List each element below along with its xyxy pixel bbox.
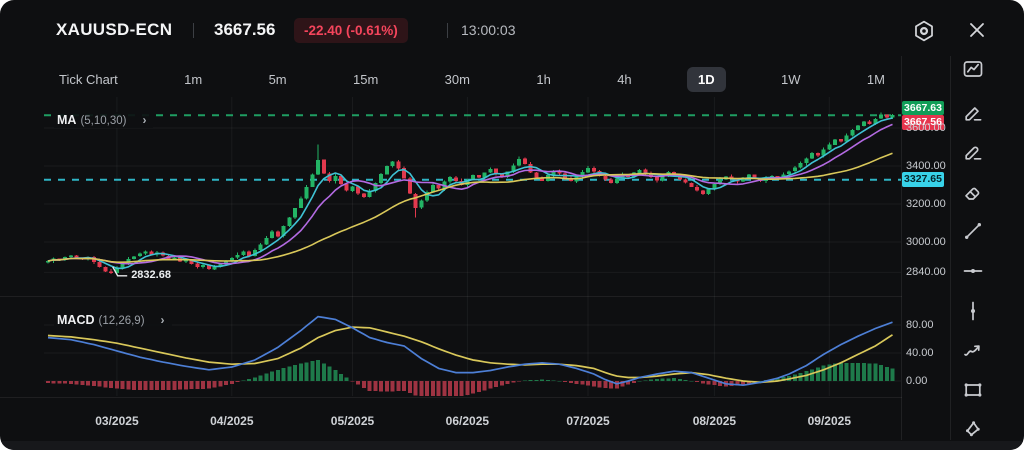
month-label: 03/2025	[95, 414, 139, 428]
ma-label-text: MA	[57, 113, 77, 128]
trading-chart-widget: XAUUSD-ECN 3667.56 -22.40 (-0.61%) 13:00…	[0, 0, 1024, 450]
brush-tool-button[interactable]	[958, 139, 988, 166]
eraser-icon	[965, 187, 980, 200]
high-price-badge: 3667.63	[902, 100, 944, 116]
eraser-tool-button[interactable]	[958, 179, 988, 206]
price-tick-label: 3000.00	[906, 235, 946, 248]
month-label: 08/2025	[692, 414, 737, 428]
tab-1m[interactable]: 1m	[173, 67, 213, 92]
header-divider	[447, 23, 448, 38]
polygon-tool-button[interactable]	[958, 415, 988, 442]
wave-arrow-icon	[964, 344, 980, 356]
tab-1m[interactable]: 1M	[856, 67, 896, 92]
level-price-badge: 3327.65	[902, 172, 944, 187]
close-button[interactable]	[963, 17, 991, 45]
price-tick-label: 3600.00	[906, 121, 946, 134]
rectangle-icon	[964, 382, 982, 397]
vertical-line-tool-button[interactable]	[958, 297, 988, 324]
trend-line-icon	[965, 222, 981, 239]
horizontal-line-tool-button[interactable]	[958, 257, 988, 284]
axis-separator	[0, 397, 902, 398]
month-label: 07/2025	[566, 414, 610, 428]
price-tick-label: 3400.00	[906, 159, 946, 172]
timeframe-bar: Tick Chart 1m 5m 15m 30m 1h 4h 1D 1W 1M	[48, 59, 896, 99]
macd-tick-label: 80.00	[906, 318, 934, 331]
macd-expand-chevron-icon[interactable]: ›	[161, 313, 165, 327]
vertical-line-icon	[971, 301, 975, 320]
macd-tick-label: 40.00	[906, 346, 934, 359]
month-label: 04/2025	[210, 414, 254, 428]
tab-4h[interactable]: 4h	[606, 67, 642, 92]
rectangle-tool-button[interactable]	[958, 376, 988, 403]
chart-type-tool-button[interactable]	[958, 55, 988, 82]
pane-separator	[0, 296, 902, 297]
tab-5m[interactable]: 5m	[258, 67, 298, 92]
ma-params-text: (5,10,30)	[80, 115, 127, 128]
header-divider	[193, 23, 194, 38]
polygon-icon	[966, 420, 980, 436]
low-price-annotation: 2832.68	[131, 269, 171, 282]
tab-1w[interactable]: 1W	[770, 67, 812, 92]
toolbar-separator	[950, 56, 951, 440]
tab-15m[interactable]: 15m	[342, 67, 389, 92]
gear-icon	[915, 20, 933, 42]
ma-indicator-label[interactable]: MA (5,10,30) ›	[54, 112, 154, 129]
price-change-badge: -22.40 (-0.61%)	[294, 18, 408, 43]
last-price: 3667.56	[214, 20, 276, 39]
settings-button[interactable]	[910, 17, 938, 45]
tab-tick-chart[interactable]: Tick Chart	[48, 67, 129, 92]
tab-30m[interactable]: 30m	[434, 67, 481, 92]
macd-tick-label: 0.00	[906, 374, 928, 387]
pencil-icon	[965, 106, 982, 121]
month-label: 05/2025	[330, 414, 375, 428]
horizontal-line-icon	[963, 268, 983, 273]
tab-1h[interactable]: 1h	[525, 67, 561, 92]
month-label: 09/2025	[807, 414, 852, 428]
tab-1d[interactable]: 1D	[687, 66, 726, 92]
macd-params-text: (12,26,9)	[98, 315, 145, 327]
trend-line-tool-button[interactable]	[958, 217, 988, 244]
brush-icon	[965, 146, 982, 160]
server-clock: 13:00:03	[461, 22, 516, 38]
macd-indicator-label[interactable]: MACD (12,26,9) ›	[54, 312, 172, 328]
close-icon	[970, 23, 984, 37]
chart-type-icon	[963, 60, 983, 77]
bottom-edge	[0, 441, 1024, 450]
ma-expand-chevron-icon[interactable]: ›	[142, 113, 146, 127]
pencil-tool-button[interactable]	[958, 99, 988, 126]
price-tick-label: 2840.00	[906, 265, 946, 278]
macd-label-text: MACD	[57, 313, 95, 327]
month-label: 06/2025	[445, 414, 490, 428]
symbol-name: XAUUSD-ECN	[56, 20, 173, 39]
wave-arrow-tool-button[interactable]	[958, 337, 988, 364]
price-tick-label: 3200.00	[906, 197, 946, 210]
